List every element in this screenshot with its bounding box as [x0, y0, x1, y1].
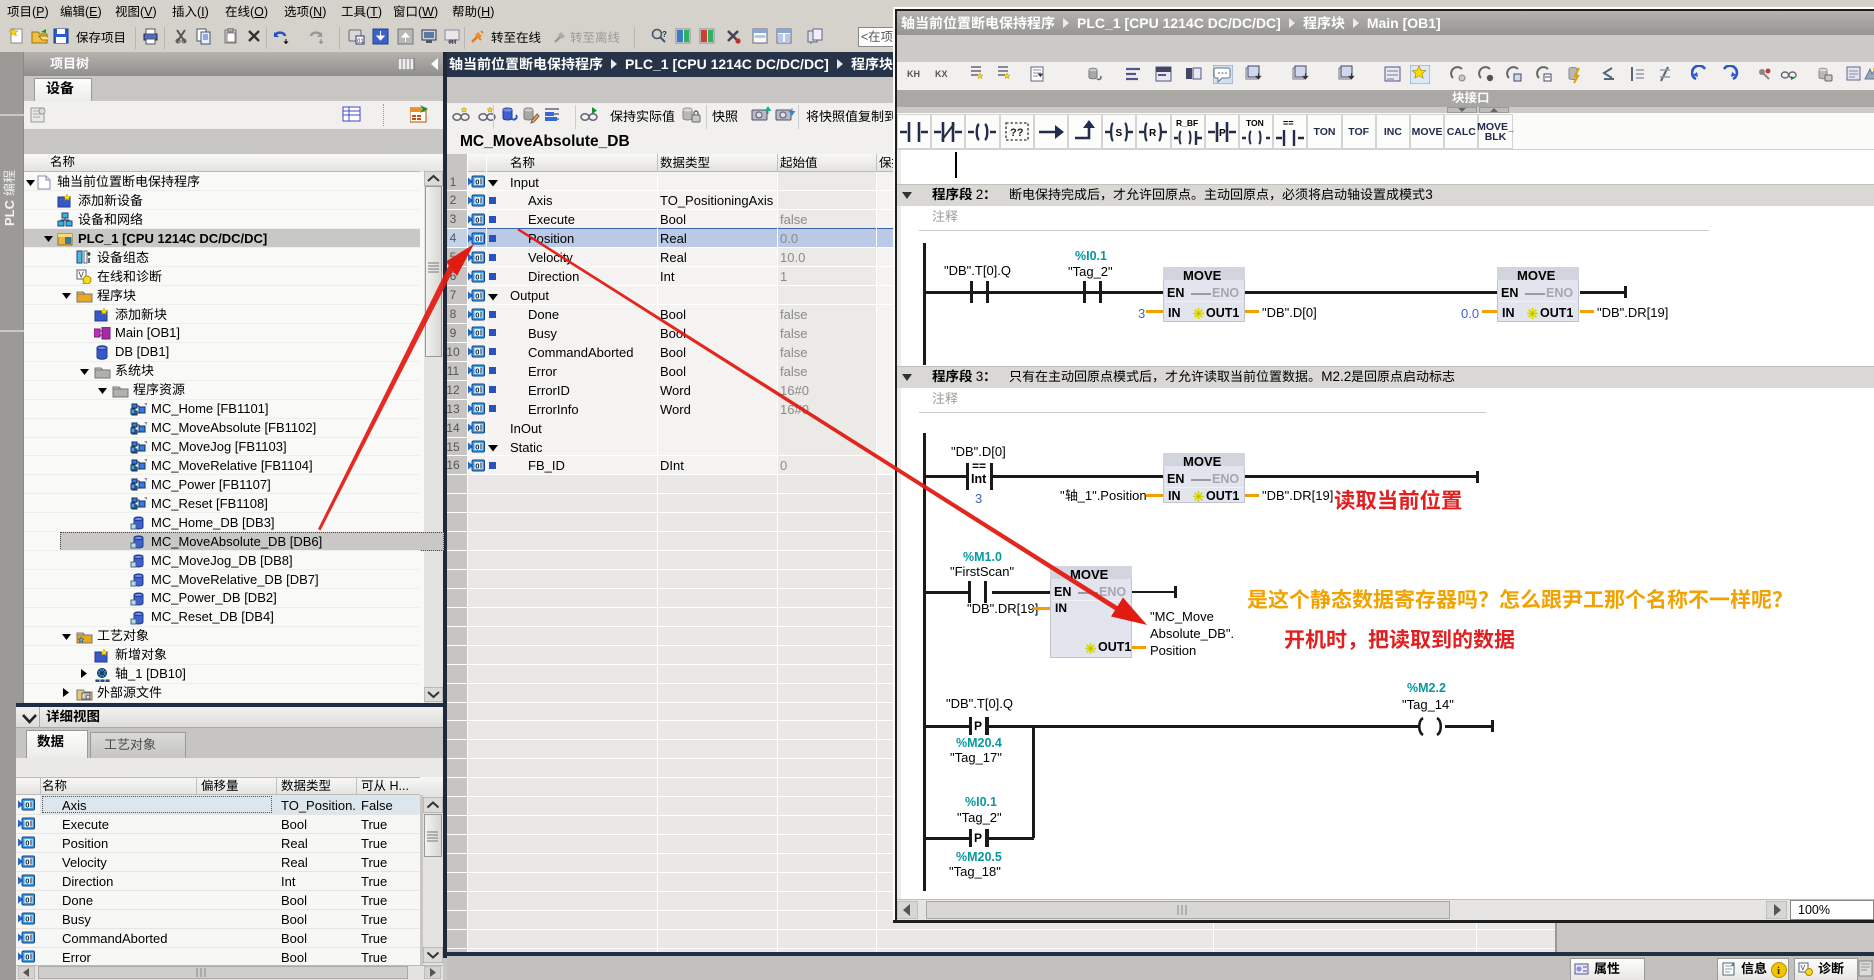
svg-text:0: 0 — [475, 424, 479, 433]
svg-text:01: 01 — [357, 39, 364, 45]
svg-text:0: 0 — [25, 820, 29, 829]
svg-text:0: 0 — [25, 858, 29, 867]
svg-text:KX: KX — [935, 69, 948, 79]
svg-text:??: ?? — [1010, 127, 1024, 139]
svg-text:0: 0 — [25, 896, 29, 905]
svg-text:0: 0 — [475, 348, 479, 357]
svg-text:==: == — [1283, 118, 1294, 128]
svg-text:P: P — [1219, 128, 1226, 139]
svg-text:0: 0 — [475, 405, 479, 414]
svg-text:0: 0 — [475, 462, 479, 471]
svg-text:0: 0 — [475, 367, 479, 376]
svg-text:0: 0 — [25, 915, 29, 924]
svg-text:0: 0 — [475, 443, 479, 452]
svg-text:0: 0 — [475, 197, 479, 206]
svg-text:0: 0 — [25, 953, 29, 962]
svg-text:0: 0 — [25, 839, 29, 848]
svg-text:V: V — [1801, 965, 1806, 972]
svg-text:i: i — [1777, 965, 1780, 977]
svg-text:0: 0 — [475, 253, 479, 262]
svg-text:0: 0 — [475, 386, 479, 395]
svg-text:?: ? — [662, 30, 667, 39]
svg-text:R_BF: R_BF — [1176, 118, 1198, 128]
svg-text:0: 0 — [475, 291, 479, 300]
svg-text:0: 0 — [25, 877, 29, 886]
svg-text:0: 0 — [475, 310, 479, 319]
svg-text:0: 0 — [25, 801, 29, 810]
svg-text:0: 0 — [475, 178, 479, 187]
svg-text:0: 0 — [475, 215, 479, 224]
svg-text:RT: RT — [449, 40, 457, 45]
svg-text:KH: KH — [907, 69, 920, 79]
svg-text:S: S — [1116, 128, 1123, 139]
svg-text:0: 0 — [475, 234, 479, 243]
svg-text:0: 0 — [475, 272, 479, 281]
svg-text:TON: TON — [1246, 118, 1264, 128]
svg-text:0: 0 — [25, 934, 29, 943]
svg-text:R: R — [1149, 128, 1157, 139]
svg-text:0: 0 — [475, 329, 479, 338]
